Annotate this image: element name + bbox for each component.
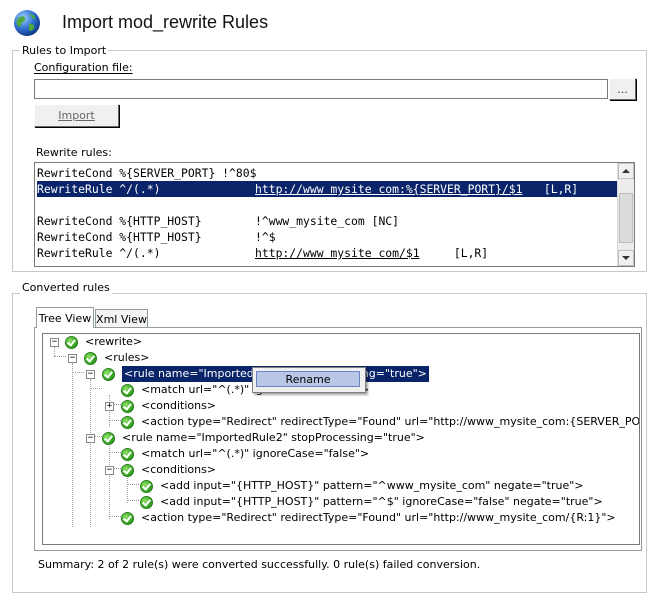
browse-button[interactable]: ... bbox=[609, 78, 636, 100]
globe-icon bbox=[14, 10, 40, 36]
success-check-icon bbox=[121, 464, 134, 477]
converted-rules-legend: Converted rules bbox=[20, 281, 112, 294]
collapse-rules-toggle[interactable]: − bbox=[68, 354, 77, 363]
rewrite-rules-label: Rewrite rules: bbox=[36, 146, 112, 159]
scroll-up-icon bbox=[622, 169, 630, 173]
rules-to-import-legend: Rules to Import bbox=[20, 44, 109, 57]
summary-text: Summary: 2 of 2 rule(s) were converted s… bbox=[38, 558, 481, 571]
success-check-icon bbox=[65, 336, 78, 349]
success-check-icon bbox=[140, 496, 153, 509]
import-button[interactable]: Import bbox=[34, 104, 119, 127]
scroll-up-button[interactable] bbox=[618, 163, 634, 179]
scroll-thumb[interactable] bbox=[619, 193, 633, 243]
rules-tree[interactable]: − <rewrite> − <rules> − <rule name="Impo… bbox=[42, 333, 640, 545]
rewrite-line-4: RewriteCond %{HTTP_HOST} !^www_mysite_co… bbox=[37, 214, 400, 228]
success-check-icon bbox=[121, 384, 134, 397]
success-check-icon bbox=[121, 416, 134, 429]
expand-conditions-toggle[interactable]: + bbox=[105, 402, 114, 411]
config-file-input[interactable] bbox=[34, 79, 608, 99]
collapse-rewrite-toggle[interactable]: − bbox=[50, 338, 59, 347]
config-file-label: Configuration file: bbox=[34, 61, 133, 74]
scroll-down-icon bbox=[622, 256, 630, 260]
rules-scrollbar[interactable] bbox=[617, 163, 634, 266]
rewrite-rules-textarea[interactable]: RewriteCond %{SERVER_PORT} !^80$ Rewrite… bbox=[34, 162, 635, 267]
success-check-icon bbox=[121, 512, 134, 525]
rename-menu-item[interactable]: Rename bbox=[256, 371, 360, 387]
scroll-down-button[interactable] bbox=[618, 250, 634, 266]
collapse-conditions-toggle[interactable]: − bbox=[105, 466, 114, 475]
success-check-icon bbox=[121, 400, 134, 413]
rewrite-line-5: RewriteCond %{HTTP_HOST} !^$ bbox=[37, 230, 276, 244]
tab-xml-view[interactable]: Xml View bbox=[95, 309, 148, 328]
rewrite-line-6: RewriteRule ^/(.*) http://www mysite com… bbox=[37, 246, 489, 260]
tab-tree-view[interactable]: Tree View bbox=[36, 307, 94, 328]
rewrite-line-1: RewriteCond %{SERVER_PORT} !^80$ bbox=[37, 166, 257, 180]
collapse-rule2-toggle[interactable]: − bbox=[86, 434, 95, 443]
success-check-icon bbox=[102, 368, 115, 381]
collapse-rule1-toggle[interactable]: − bbox=[86, 370, 95, 379]
success-check-icon bbox=[140, 480, 153, 493]
success-check-icon bbox=[102, 432, 115, 445]
success-check-icon bbox=[121, 448, 134, 461]
page-title: Import mod_rewrite Rules bbox=[62, 12, 269, 32]
rewrite-line-2: RewriteRule ^/(.*) http://www mysite com… bbox=[37, 181, 617, 197]
success-check-icon bbox=[84, 352, 97, 365]
context-menu: Rename bbox=[252, 367, 366, 393]
